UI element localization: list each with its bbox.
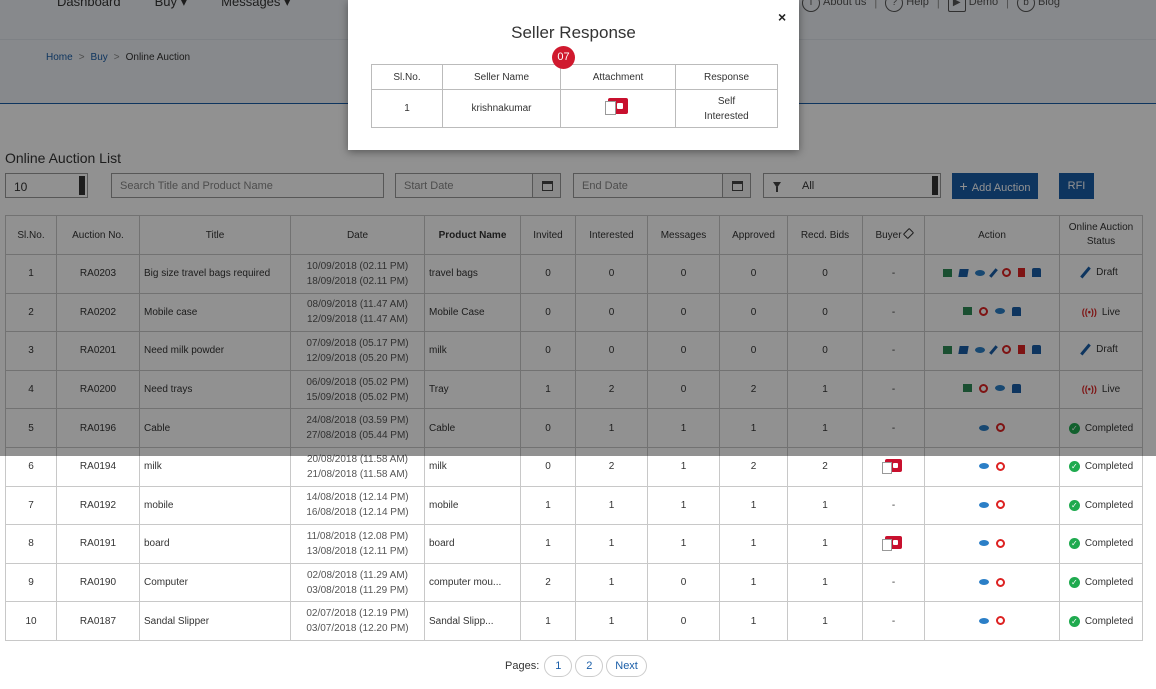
cell-actions: [924, 601, 1060, 641]
action-icons: [979, 500, 1005, 510]
modal-title: Seller Response: [511, 23, 636, 42]
check-circle-icon: ✓: [1068, 461, 1080, 473]
action-icons: [979, 461, 1005, 471]
cell-buyer: -: [862, 562, 925, 603]
cell-interested[interactable]: 1: [575, 562, 648, 603]
cell-auction-no: RA0192: [56, 485, 140, 526]
cell-messages[interactable]: 1: [647, 485, 720, 526]
pdf-attachment-icon[interactable]: [882, 458, 902, 474]
col-header: Response: [675, 64, 778, 90]
cell-buyer: -: [862, 601, 925, 641]
cell-status: ✓ Completed: [1059, 562, 1143, 603]
cell-title: mobile: [139, 485, 291, 526]
cell-auction-no: RA0187: [56, 601, 140, 641]
cell-response: Self Interested: [675, 89, 778, 128]
cell-product: computer mou...: [424, 562, 521, 603]
cell-date: 11/08/2018 (12.08 PM) 13/08/2018 (12.11 P…: [290, 524, 425, 564]
cell-actions: [924, 524, 1060, 564]
cell-status: ✓ Completed: [1059, 601, 1143, 641]
cell-interested[interactable]: 1: [575, 485, 648, 526]
cell-seller-name: krishnakumar: [442, 89, 561, 128]
view-icon[interactable]: [979, 463, 989, 470]
cell-interested[interactable]: 1: [575, 524, 648, 564]
cell-auction-no: RA0191: [56, 524, 140, 564]
cell-sl: 10: [5, 601, 57, 641]
cell-sl: 7: [5, 485, 57, 526]
seller-response-modal: Seller Response × 07 Sl.No. Seller Name …: [348, 0, 799, 150]
cancel-icon[interactable]: [996, 616, 1005, 626]
cell-interested[interactable]: 1: [575, 601, 648, 641]
cell-bids[interactable]: 1: [787, 601, 863, 641]
page-button-2[interactable]: 2: [575, 655, 604, 677]
cell-auction-no: RA0190: [56, 562, 140, 603]
action-icons: [979, 577, 1005, 587]
pdf-attachment-icon[interactable]: [605, 98, 628, 115]
cell-title: Sandal Slipper: [139, 601, 291, 641]
view-icon[interactable]: [979, 540, 989, 547]
cell-approved[interactable]: 1: [719, 601, 788, 641]
cell-buyer: [862, 524, 925, 564]
cell-messages: 0: [647, 601, 720, 641]
col-header: Attachment: [560, 64, 676, 90]
table-row: 1 krishnakumar Self Interested: [371, 89, 778, 128]
view-icon[interactable]: [979, 579, 989, 586]
col-header: Sl.No.: [371, 64, 443, 90]
cell-bids[interactable]: 1: [787, 562, 863, 603]
cell-attachment: [560, 89, 676, 128]
cancel-icon[interactable]: [996, 461, 1005, 471]
cell-messages[interactable]: 1: [647, 524, 720, 564]
check-circle-icon: ✓: [1068, 499, 1080, 511]
cell-actions: [924, 562, 1060, 603]
cell-buyer: -: [862, 485, 925, 526]
cell-date: 02/08/2018 (11.29 AM) 03/08/2018 (11.29 P…: [290, 562, 425, 603]
seller-response-table: Sl.No. Seller Name Attachment Response 1…: [371, 64, 778, 128]
table-row: 10 RA0187 Sandal Slipper 02/07/2018 (12.19 …: [5, 601, 1143, 641]
close-icon[interactable]: ×: [778, 9, 786, 25]
view-icon[interactable]: [979, 617, 989, 624]
cell-messages: 0: [647, 562, 720, 603]
cell-date: 14/08/2018 (12.14 PM) 16/08/2018 (12.14 P…: [290, 485, 425, 526]
cell-product: mobile: [424, 485, 521, 526]
cell-invited[interactable]: 1: [520, 601, 576, 641]
table-row: 7 RA0192 mobile 14/08/2018 (12.14 PM) 16/08/…: [5, 485, 1143, 526]
cell-date: 02/07/2018 (12.19 PM) 03/07/2018 (12.20 P…: [290, 601, 425, 641]
cancel-icon[interactable]: [996, 538, 1005, 548]
cell-approved[interactable]: 1: [719, 485, 788, 526]
pdf-attachment-icon[interactable]: [882, 535, 902, 551]
cell-sl: 8: [5, 524, 57, 564]
check-circle-icon: ✓: [1068, 538, 1080, 550]
col-header: Seller Name: [442, 64, 561, 90]
cell-product: Sandal Slipp...: [424, 601, 521, 641]
cancel-icon[interactable]: [996, 500, 1005, 510]
cell-approved[interactable]: 1: [719, 562, 788, 603]
cell-invited[interactable]: 1: [520, 485, 576, 526]
table-header-row: Sl.No. Seller Name Attachment Response: [371, 64, 778, 90]
check-circle-icon: ✓: [1068, 615, 1080, 627]
count-badge: 07: [552, 46, 575, 69]
cell-actions: [924, 485, 1060, 526]
cell-invited[interactable]: 2: [520, 562, 576, 603]
table-row: 8 RA0191 board 11/08/2018 (12.08 PM) 13/08/2…: [5, 524, 1143, 564]
view-icon[interactable]: [979, 501, 989, 508]
cell-product: board: [424, 524, 521, 564]
cell-bids[interactable]: 1: [787, 485, 863, 526]
cell-title: board: [139, 524, 291, 564]
cell-sl: 1: [371, 89, 443, 128]
action-icons: [979, 538, 1005, 548]
cell-title: Computer: [139, 562, 291, 603]
next-page-button[interactable]: Next: [606, 655, 647, 677]
action-icons: [979, 616, 1005, 626]
cell-bids[interactable]: 1: [787, 524, 863, 564]
check-circle-icon: ✓: [1068, 577, 1080, 589]
cancel-icon[interactable]: [996, 577, 1005, 587]
cell-invited[interactable]: 1: [520, 524, 576, 564]
cell-approved[interactable]: 1: [719, 524, 788, 564]
pagination: Pages: 1 2 Next: [505, 655, 647, 677]
cell-sl: 9: [5, 562, 57, 603]
page-button-1[interactable]: 1: [544, 655, 573, 677]
cell-status: ✓ Completed: [1059, 524, 1143, 564]
cell-status: ✓ Completed: [1059, 485, 1143, 526]
table-row: 9 RA0190 Computer 02/08/2018 (11.29 AM) 03/0…: [5, 562, 1143, 603]
pagination-label: Pages:: [505, 660, 540, 672]
